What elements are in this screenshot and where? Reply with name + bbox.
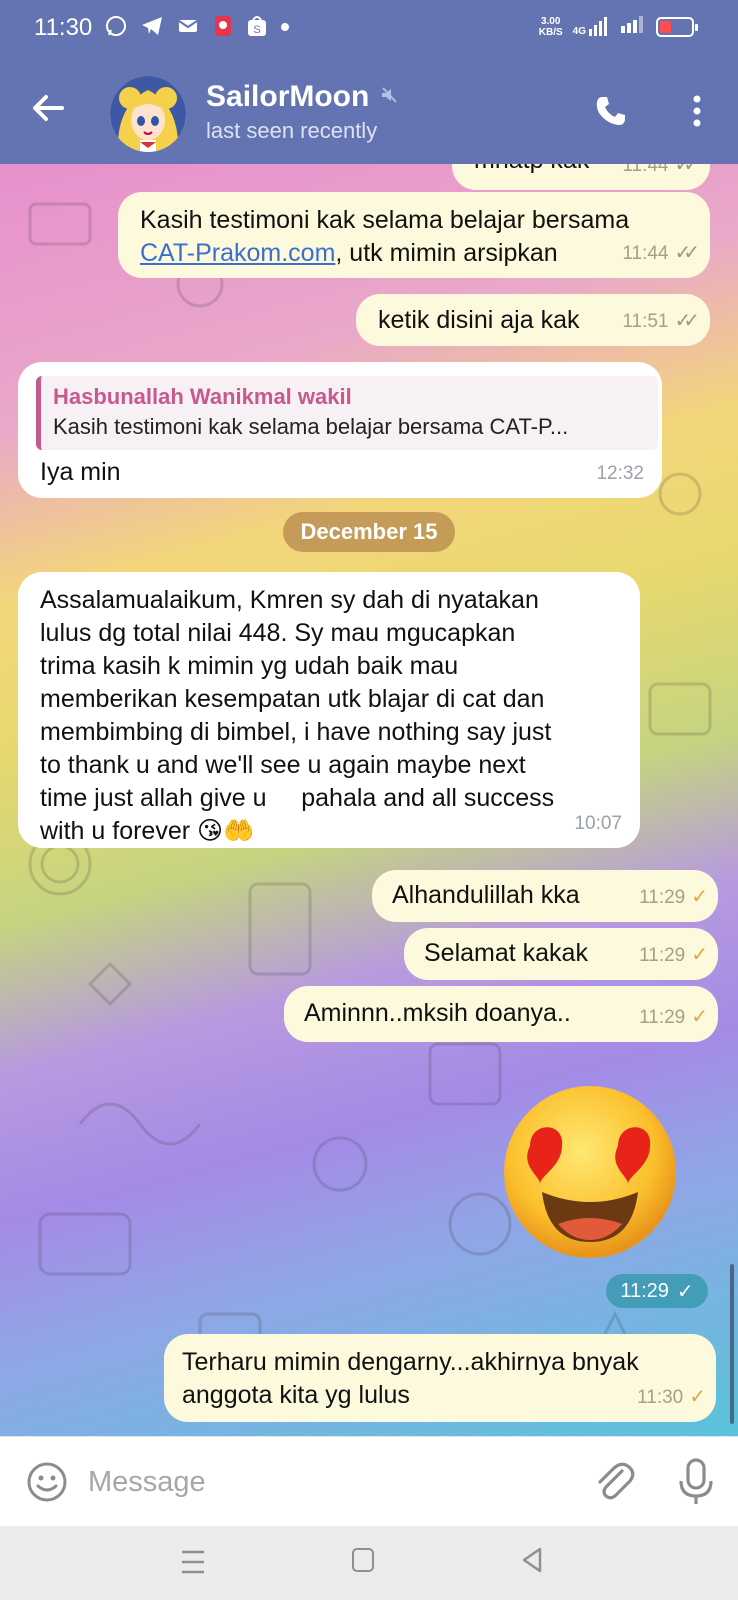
svg-text:S: S [253,24,260,36]
check-icon: ✓ [689,1386,706,1408]
avatar[interactable] [110,76,186,152]
message-bubble-outgoing[interactable]: Kasih testimoni kak selama belajar bersa… [118,192,710,278]
reply-text: Kasih testimoni kak selama belajar bersa… [53,414,569,439]
attach-icon[interactable] [592,1459,636,1505]
system-indicators: 3.00 KB/S 4G [538,14,698,39]
back-arrow-icon[interactable] [28,88,68,128]
phone-call-icon[interactable] [594,94,628,128]
status-bar: 11:30 S 3.00 KB/S 4G [0,0,738,56]
message-text: Terharu mimin dengarny...akhirnya bnyak … [182,1348,639,1409]
double-check-icon: ✓✓ [674,310,699,332]
message-bubble-outgoing[interactable]: Terharu mimin dengarny...akhirnya bnyak … [164,1334,716,1422]
message-text: Alhandulillah kka [392,881,580,909]
top-bar: 11:30 S 3.00 KB/S 4G SailorMoon last see… [0,0,738,164]
check-icon: ✓ [691,944,708,966]
shopee-icon: S [246,14,268,46]
sticker-heart-eyes[interactable] [500,1082,680,1262]
double-check-icon: ✓✓ [674,164,699,176]
telegram-icon [140,14,164,46]
message-bubble-outgoing[interactable]: ketik disini aja kak 11:51 ✓✓ [356,294,710,346]
message-bubble-outgoing[interactable]: Alhandulillah kka 11:29 ✓ [372,870,718,922]
back-triangle-icon[interactable] [520,1546,544,1574]
message-bubble-outgoing[interactable]: Selamat kakak 11:29 ✓ [404,928,718,980]
message-meta: 11:44 ✓✓ [622,164,699,182]
message-meta: 11:44 ✓✓ [622,237,699,270]
reply-quote[interactable]: Hasbunallah Wanikmal wakil Kasih testimo… [36,376,658,450]
last-seen-status: last seen recently [206,118,378,143]
reply-sender: Hasbunallah Wanikmal wakil [53,384,352,409]
message-bubble-outgoing[interactable]: mnatp kak 11:44✓✓ [452,164,710,190]
check-icon: ✓ [691,1006,708,1028]
link[interactable]: CAT-Prakom.com [140,239,335,267]
dot-icon [280,14,290,46]
check-icon: ✓ [691,886,708,908]
emoji-icon[interactable] [26,1461,68,1503]
message-text: Assalamualaikum, Kmren sy dah di nyataka… [40,586,555,845]
contact-name[interactable]: SailorMoon [206,80,399,114]
signal-bars-icon [620,14,646,39]
more-options-icon[interactable] [682,94,712,128]
app-icon [212,14,234,46]
message-meta: 11:29 ✓ [639,1001,708,1034]
message-meta: 10:07 [574,813,622,834]
scrollbar[interactable] [730,1264,734,1424]
double-check-icon: ✓✓ [674,242,699,264]
message-meta: 11:29 ✓ [639,881,708,914]
message-text: mnatp kak [474,164,589,177]
chat-header[interactable]: SailorMoon last seen recently [0,56,738,164]
mail-icon [176,14,200,46]
message-meta: 11:51 ✓✓ [622,305,699,338]
status-time: 11:30 [34,14,93,41]
recent-apps-icon[interactable] [180,1548,206,1576]
message-text: Iya min [40,458,121,486]
home-icon[interactable] [352,1548,374,1572]
chat-area[interactable]: mnatp kak 11:44✓✓ Kasih testimoni kak se… [0,164,738,1436]
whatsapp-icon [104,14,128,46]
message-input-bar [0,1436,738,1526]
message-text: Aminnn..mksih doanya.. [304,999,571,1027]
message-text: Selamat kakak [424,939,588,967]
message-bubble-incoming[interactable]: Assalamualaikum, Kmren sy dah di nyataka… [18,572,640,848]
microphone-icon[interactable] [676,1457,716,1507]
battery-icon [656,16,698,37]
message-meta: 11:29 ✓ [639,939,708,972]
message-text: Kasih testimoni kak selama belajar bersa… [140,206,630,267]
battery-level [660,20,671,33]
message-bubble-incoming[interactable]: Hasbunallah Wanikmal wakil Kasih testimo… [18,362,662,498]
system-nav-bar [0,1526,738,1600]
message-meta: 11:30 ✓ [637,1381,706,1414]
sticker-meta: 11:29 ✓ [606,1274,708,1308]
message-text: ketik disini aja kak [378,306,580,334]
date-separator: December 15 [283,512,455,552]
message-bubble-outgoing[interactable]: Aminnn..mksih doanya.. 11:29 ✓ [284,986,718,1042]
network-speed: 3.00 KB/S [538,15,563,38]
check-icon: ✓ [676,1280,694,1303]
message-meta: 12:32 [596,463,644,484]
message-input[interactable] [88,1459,568,1505]
signal-4g-icon: 4G [573,16,610,37]
notification-icons: S [104,14,290,46]
muted-icon [379,85,399,110]
